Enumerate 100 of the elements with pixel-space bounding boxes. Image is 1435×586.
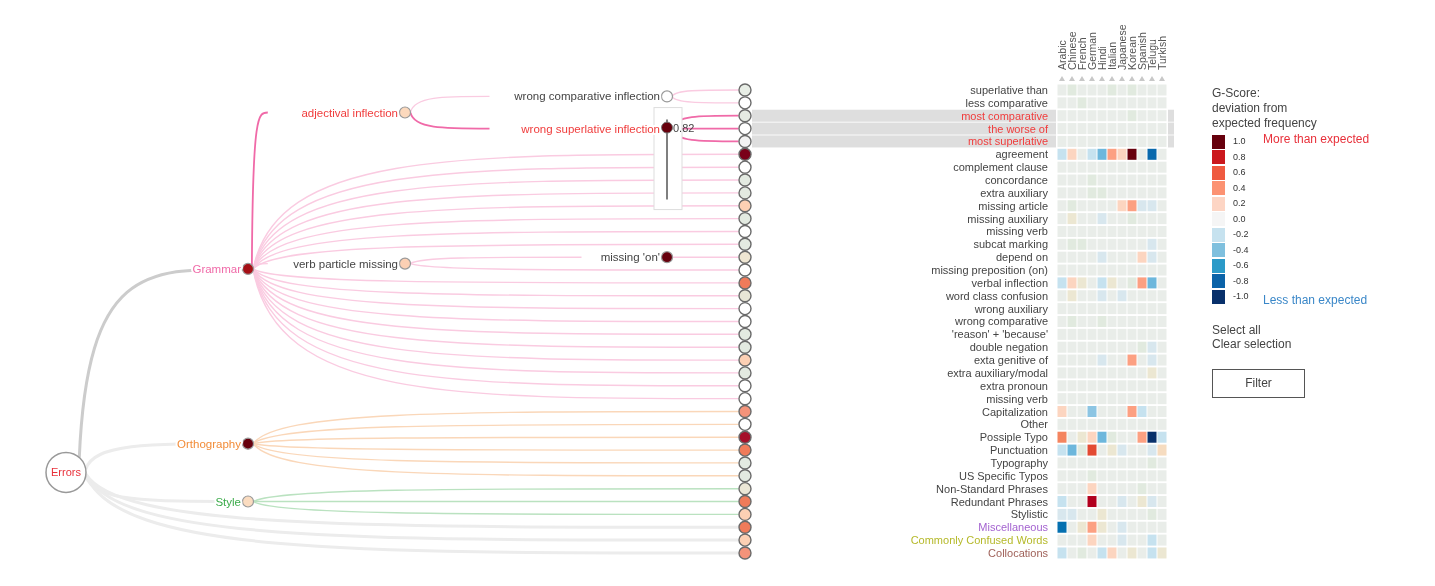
leaf-node[interactable] [738,391,752,406]
category-label[interactable]: Possiple Typo [979,431,1048,444]
category-label[interactable]: US Specific Typos [958,469,1048,482]
root-node[interactable] [45,451,87,494]
category-label[interactable]: Stylistic [1010,508,1048,521]
leaf-node[interactable] [738,430,752,444]
category-label[interactable]: Miscellaneous [978,521,1048,534]
slider-thumb[interactable] [661,121,673,134]
language-header: French [1076,37,1088,70]
tree-node[interactable] [398,106,412,119]
category-label[interactable]: missing auxiliary [967,212,1048,225]
tree-node[interactable] [241,262,255,276]
category-label[interactable]: Typography [990,456,1048,469]
leaf-node[interactable] [738,520,752,534]
leaf-node[interactable] [738,237,752,251]
category-label[interactable]: missing verb [986,225,1048,238]
less-than-expected: Less than expected [1263,291,1369,309]
leaf-node[interactable] [738,469,752,483]
more-than-expected: More than expected [1263,131,1370,148]
leaf-node[interactable] [738,366,752,380]
category-label[interactable]: missing verb [986,392,1048,405]
leaf-node[interactable] [738,340,752,354]
leaf-node[interactable] [738,83,752,97]
leaf-node[interactable] [738,533,752,547]
tree-node[interactable] [398,257,412,270]
leaf-node[interactable] [738,199,752,213]
leaf-node[interactable] [738,263,752,277]
category-label[interactable]: Redundant Phrases [950,495,1048,508]
leaf-node[interactable] [738,250,752,264]
leaf-node[interactable] [738,301,752,316]
slider-track[interactable] [661,118,673,201]
category-label[interactable]: extra auxiliary/modal [947,366,1048,379]
category-label[interactable]: double negation [969,341,1048,354]
leaf-node[interactable] [738,327,752,342]
category-label[interactable]: Other [1020,418,1048,431]
leaf-node[interactable] [738,173,752,187]
leaf-node[interactable] [738,546,752,560]
leaf-node[interactable] [738,417,752,432]
leaf-node[interactable] [738,224,752,239]
category-label[interactable]: exta genitive of [974,354,1048,367]
slider-value: 0.82 [673,121,695,134]
language-header: Spanish [1136,32,1148,70]
language-header: German [1086,32,1098,70]
category-label[interactable]: agreement [995,148,1048,161]
language-header: Telugu [1146,39,1158,70]
scale-value: 0.2 [1233,197,1247,210]
category-label[interactable]: extra pronoun [980,379,1048,392]
leaf-node[interactable] [738,276,752,290]
category-label[interactable]: superlative than [970,84,1048,96]
language-header: Japanese [1116,24,1128,70]
leaf-node[interactable] [738,456,752,470]
category-label[interactable]: word class confusion [945,289,1048,302]
node-label: Grammar [192,262,241,275]
selection-link[interactable]: Select all [1212,322,1261,337]
legend-title: G-Score: [1212,86,1261,101]
leaf-node[interactable] [738,404,752,419]
category-label[interactable]: Punctuation [989,444,1048,457]
language-header: Arabic [1056,40,1068,70]
scale-value: 0.8 [1233,150,1247,164]
leaf-node[interactable] [738,109,752,123]
category-label[interactable]: Capitalization [981,405,1048,418]
selection-link[interactable]: Clear selection [1212,336,1292,351]
language-header: Italian [1106,41,1118,70]
filter-button[interactable]: Filter [1212,368,1305,398]
category-label[interactable]: missing article [978,199,1048,212]
category-label[interactable]: wrong comparative [955,315,1048,328]
leaf-node[interactable] [738,186,752,200]
node-label: Errors [51,466,81,479]
leaf-node[interactable] [738,289,752,303]
category-label[interactable]: 'reason' + 'because' [951,328,1048,341]
category-label[interactable]: complement clause [953,161,1048,174]
tree-node[interactable] [660,251,674,264]
leaf-node[interactable] [738,494,752,509]
tree-node[interactable] [241,437,255,450]
category-label[interactable]: missing preposition (on) [931,264,1048,277]
category-label[interactable]: Collocations [988,546,1048,559]
leaf-node[interactable] [738,96,752,110]
tree-node[interactable] [660,90,674,103]
leaf-node[interactable] [738,353,752,367]
leaf-node[interactable] [738,147,752,161]
leaf-node[interactable] [738,121,752,136]
tree-node[interactable] [241,495,255,508]
category-label[interactable]: less comparative [965,96,1048,109]
leaf-node[interactable] [738,134,752,149]
leaf-node[interactable] [738,211,752,226]
category-label[interactable]: wrong auxiliary [974,302,1048,315]
category-label[interactable]: depend on [996,251,1048,264]
leaf-node[interactable] [738,443,752,457]
legend-title: expected frequency [1212,116,1318,131]
category-label[interactable]: extra auxiliary [980,186,1048,199]
leaf-node[interactable] [738,481,752,496]
category-label[interactable]: Non-Standard Phrases [936,482,1048,495]
leaf-node[interactable] [738,160,752,174]
scale-value: 0.4 [1233,181,1247,195]
category-label[interactable]: verbal inflection [971,276,1048,289]
leaf-node[interactable] [738,507,752,522]
leaf-node[interactable] [738,314,752,329]
category-label[interactable]: subcat marking [973,238,1048,251]
category-label[interactable]: concordance [985,174,1048,186]
leaf-node[interactable] [738,379,752,393]
